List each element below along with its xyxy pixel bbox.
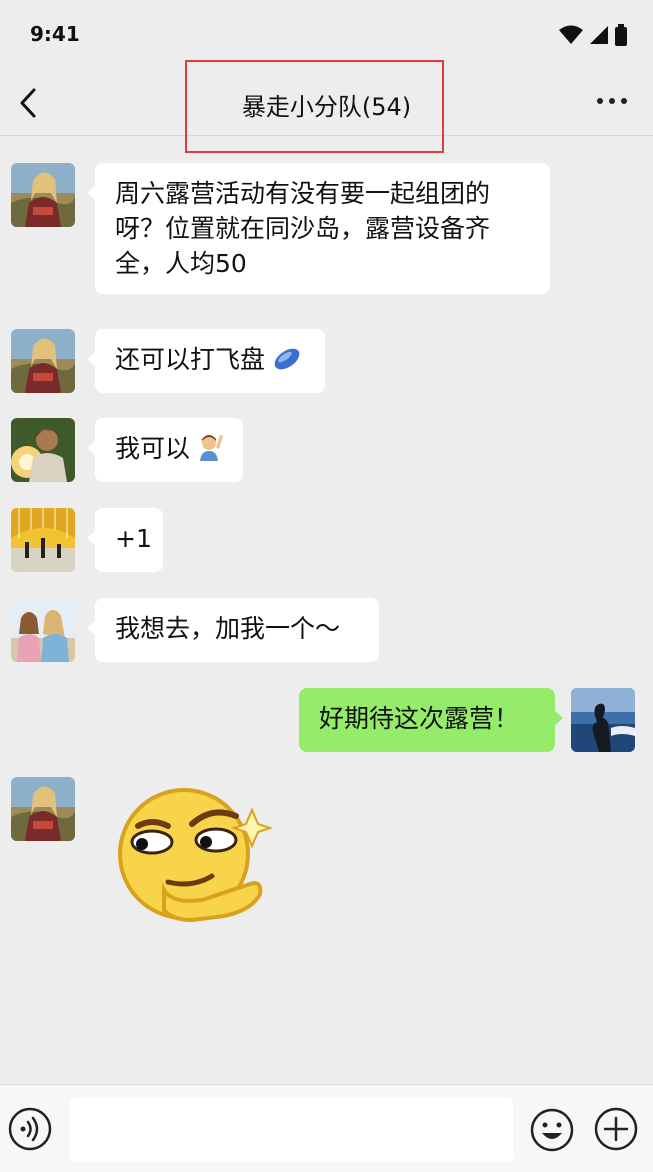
status-time: 9:41 <box>30 22 80 46</box>
message-text: 还可以打飞盘 <box>115 345 266 374</box>
message-text-line: 全，人均50 <box>115 249 247 278</box>
message-text: 好期待这次露营！ <box>319 704 520 733</box>
boy-sunset-avatar <box>11 418 75 482</box>
smirk-sticker[interactable] <box>112 780 272 930</box>
message-bubble[interactable]: +1 <box>87 508 163 572</box>
nav-bar: 暴走小分队(54) <box>0 60 653 153</box>
cellular-signal-icon <box>590 26 608 44</box>
girl-mountain-avatar <box>11 163 75 227</box>
message-bubble[interactable]: 还可以打飞盘 <box>87 329 325 393</box>
message-bubble[interactable]: 我想去，加我一个～ <box>87 598 379 662</box>
emoji-picker-icon[interactable] <box>529 1107 575 1153</box>
message-bubble[interactable]: 我可以 <box>87 418 243 482</box>
avatar[interactable] <box>11 777 75 841</box>
more-functions-icon[interactable] <box>594 1107 638 1151</box>
status-icons <box>559 24 627 46</box>
self-avatar[interactable] <box>571 688 635 752</box>
seaside-silhouette-avatar <box>571 688 635 752</box>
more-options-icon[interactable] <box>597 98 627 104</box>
avatar[interactable] <box>11 329 75 393</box>
title-highlight-box <box>185 60 444 153</box>
flying-disc-emoji <box>274 348 300 370</box>
message-text: 我可以 <box>115 434 191 463</box>
wifi-icon <box>559 25 583 44</box>
girls-beach-avatar <box>11 598 75 662</box>
message-bubble[interactable]: 周六露营活动有没有要一起组团的 呀？位置就在同沙岛，露营设备齐 全，人均50 <box>87 163 550 294</box>
message-bubble-self[interactable]: 好期待这次露营！ <box>299 688 563 752</box>
avatar[interactable] <box>11 598 75 662</box>
girl-mountain-avatar <box>11 329 75 393</box>
avatar[interactable] <box>11 418 75 482</box>
battery-icon <box>615 24 627 46</box>
message-text: 我想去，加我一个～ <box>115 614 341 643</box>
voice-input-icon[interactable] <box>8 1107 52 1151</box>
message-text: +1 <box>115 524 152 553</box>
yellow-tunnel-avatar <box>11 508 75 572</box>
message-input[interactable] <box>69 1098 513 1162</box>
avatar[interactable] <box>11 508 75 572</box>
input-bar <box>0 1084 653 1172</box>
message-text-line: 周六露营活动有没有要一起组团的 <box>115 179 491 208</box>
avatar[interactable] <box>11 163 75 227</box>
message-text-line: 呀？位置就在同沙岛，露营设备齐 <box>115 214 491 243</box>
raising-hand-emoji <box>199 435 223 461</box>
girl-mountain-avatar <box>11 777 75 841</box>
